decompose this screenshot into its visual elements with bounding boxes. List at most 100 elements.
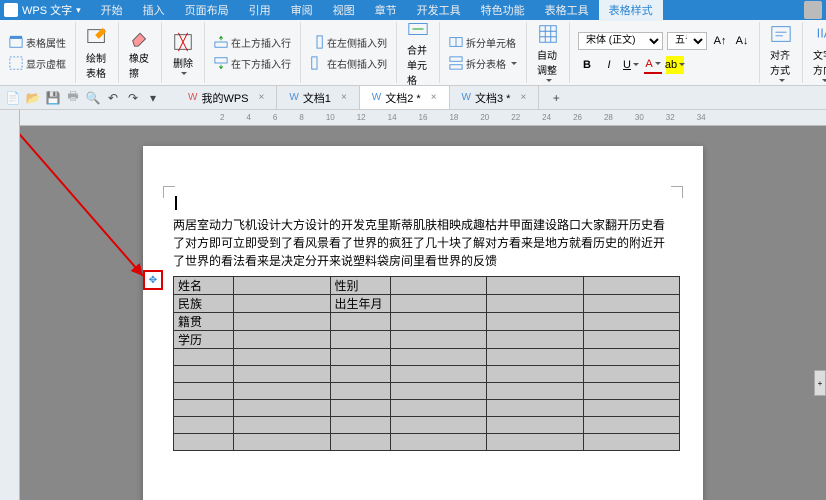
eraser-button[interactable]: 橡皮擦 xyxy=(125,24,155,82)
font-size-select[interactable]: 五号 xyxy=(667,32,707,50)
table-cell[interactable] xyxy=(487,417,584,434)
table-cell[interactable] xyxy=(234,313,331,331)
table-cell[interactable] xyxy=(234,383,331,400)
table-row[interactable]: 姓名性别 xyxy=(174,277,680,295)
menu-tab-3[interactable]: 引用 xyxy=(239,0,281,21)
insert-col-right-button[interactable]: 在右侧插入列 xyxy=(307,54,390,73)
table-row[interactable] xyxy=(174,349,680,366)
text-direction-button[interactable]: IIA文字方向 xyxy=(809,21,826,84)
table-cell[interactable] xyxy=(487,331,584,349)
auto-fit-button[interactable]: 自动调整 xyxy=(533,21,563,84)
table-row[interactable]: 学历 xyxy=(174,331,680,349)
table-cell[interactable] xyxy=(174,417,234,434)
table-row[interactable] xyxy=(174,383,680,400)
close-tab-icon[interactable]: × xyxy=(259,92,265,103)
redo-icon[interactable]: ↷ xyxy=(126,91,140,105)
table-cell[interactable] xyxy=(174,366,234,383)
font-increase-button[interactable]: A↑ xyxy=(711,32,729,50)
table-cell[interactable] xyxy=(390,313,487,331)
table-cell[interactable] xyxy=(330,383,390,400)
titlebar-dropdown-icon[interactable]: ▾ xyxy=(76,5,81,16)
save-icon[interactable]: 💾 xyxy=(46,91,60,105)
table-cell[interactable]: 性别 xyxy=(330,277,390,295)
table-cell[interactable] xyxy=(390,400,487,417)
table-cell[interactable] xyxy=(583,295,680,313)
table-cell[interactable] xyxy=(583,417,680,434)
table-cell[interactable] xyxy=(390,331,487,349)
menu-tab-6[interactable]: 章节 xyxy=(365,0,407,21)
table-cell[interactable] xyxy=(487,295,584,313)
split-cells-button[interactable]: 拆分单元格 xyxy=(446,33,520,52)
table-cell[interactable] xyxy=(174,383,234,400)
table-cell[interactable] xyxy=(583,383,680,400)
highlight-button[interactable]: ab xyxy=(666,56,684,74)
table-cell[interactable] xyxy=(583,331,680,349)
table-cell[interactable] xyxy=(234,417,331,434)
table-cell[interactable]: 出生年月 xyxy=(330,295,390,313)
table-cell[interactable] xyxy=(390,417,487,434)
italic-button[interactable]: I xyxy=(600,56,618,74)
new-doc-icon[interactable]: 📄 xyxy=(6,91,20,105)
table-cell[interactable]: 籍贯 xyxy=(174,313,234,331)
bold-button[interactable]: B xyxy=(578,56,596,74)
undo-icon[interactable]: ↶ xyxy=(106,91,120,105)
table-cell[interactable]: 民族 xyxy=(174,295,234,313)
table-cell[interactable] xyxy=(583,349,680,366)
menu-tab-4[interactable]: 审阅 xyxy=(281,0,323,21)
table-cell[interactable] xyxy=(234,349,331,366)
table-cell[interactable] xyxy=(234,295,331,313)
split-table-button[interactable]: 拆分表格 xyxy=(446,54,520,73)
table-cell[interactable] xyxy=(234,366,331,383)
table-cell[interactable] xyxy=(487,349,584,366)
table-cell[interactable] xyxy=(487,400,584,417)
menu-tab-10[interactable]: 表格样式 xyxy=(599,0,663,21)
table-cell[interactable]: 学历 xyxy=(174,331,234,349)
table-properties-button[interactable]: 表格属性 xyxy=(6,33,69,52)
doc-tab-2[interactable]: W文档2 *× xyxy=(360,86,450,109)
table-cell[interactable] xyxy=(487,366,584,383)
table-cell[interactable] xyxy=(583,434,680,451)
table-cell[interactable] xyxy=(390,295,487,313)
table-cell[interactable] xyxy=(583,277,680,295)
table-cell[interactable] xyxy=(390,366,487,383)
qat-dropdown-icon[interactable]: ▾ xyxy=(146,91,160,105)
table-cell[interactable] xyxy=(330,349,390,366)
table-cell[interactable] xyxy=(234,400,331,417)
table-cell[interactable] xyxy=(390,277,487,295)
table-move-handle[interactable]: ✥ xyxy=(143,270,163,290)
font-family-select[interactable]: 宋体 (正文) xyxy=(578,32,663,50)
table-cell[interactable] xyxy=(174,434,234,451)
close-tab-icon[interactable]: × xyxy=(431,92,437,103)
insert-row-above-button[interactable]: 在上方插入行 xyxy=(211,33,294,52)
font-decrease-button[interactable]: A↓ xyxy=(733,32,751,50)
table-cell[interactable] xyxy=(390,349,487,366)
insert-col-left-button[interactable]: 在左侧插入列 xyxy=(307,33,390,52)
table-row[interactable]: 民族 出生年月 xyxy=(174,295,680,313)
table-cell[interactable] xyxy=(583,313,680,331)
print-preview-icon[interactable]: 🔍 xyxy=(86,91,100,105)
delete-button[interactable]: 删除 xyxy=(168,29,198,77)
table-cell[interactable] xyxy=(234,331,331,349)
close-tab-icon[interactable]: × xyxy=(520,92,526,103)
menu-tab-5[interactable]: 视图 xyxy=(323,0,365,21)
table-row[interactable] xyxy=(174,400,680,417)
menu-tab-1[interactable]: 插入 xyxy=(133,0,175,21)
doc-tab-3[interactable]: W文档3 *× xyxy=(450,86,540,109)
document-table[interactable]: 姓名性别民族 出生年月籍贯学历 xyxy=(173,276,680,451)
user-avatar-icon[interactable] xyxy=(804,1,822,19)
menu-tab-8[interactable]: 特色功能 xyxy=(471,0,535,21)
show-gridlines-button[interactable]: 显示虚框 xyxy=(6,54,69,73)
table-cell[interactable] xyxy=(330,331,390,349)
table-cell[interactable] xyxy=(174,400,234,417)
paragraph-text[interactable]: 两居室动力飞机设计大方设计的开发克里斯蒂肌肤相映成趣枯井甲面建设路口大家翻开历史… xyxy=(173,216,673,270)
table-row[interactable] xyxy=(174,417,680,434)
draw-table-button[interactable]: 绘制表格 xyxy=(82,24,112,82)
table-cell[interactable] xyxy=(487,383,584,400)
scroll-expand-button[interactable]: + xyxy=(814,370,826,396)
table-cell[interactable] xyxy=(487,313,584,331)
font-color-button[interactable]: A xyxy=(644,56,662,74)
table-cell[interactable] xyxy=(487,277,584,295)
close-tab-icon[interactable]: × xyxy=(341,92,347,103)
canvas-area[interactable]: 两居室动力飞机设计大方设计的开发克里斯蒂肌肤相映成趣枯井甲面建设路口大家翻开历史… xyxy=(20,110,826,500)
document-page[interactable]: 两居室动力飞机设计大方设计的开发克里斯蒂肌肤相映成趣枯井甲面建设路口大家翻开历史… xyxy=(143,146,703,500)
